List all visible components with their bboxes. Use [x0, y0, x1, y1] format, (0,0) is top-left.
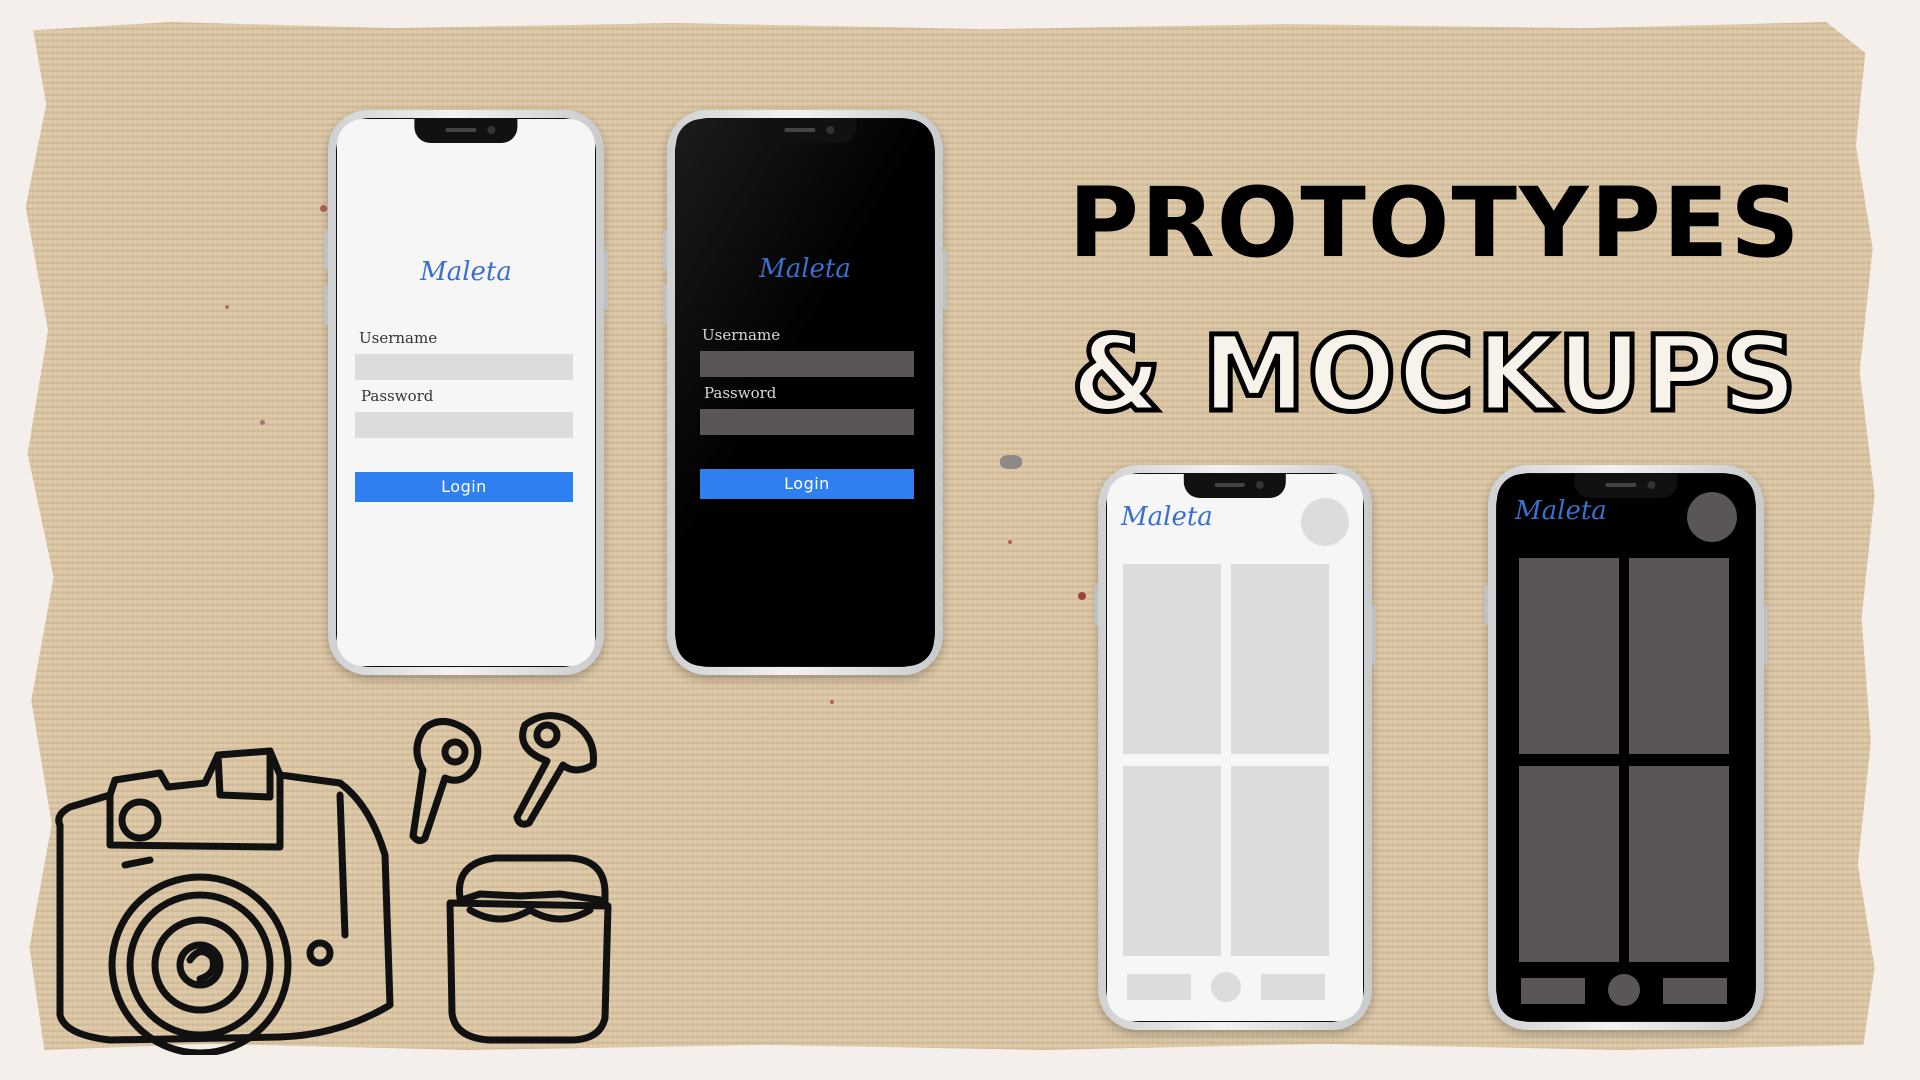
paper-speck	[1000, 455, 1022, 469]
phone-notch	[753, 119, 857, 143]
paper-speck	[1008, 540, 1012, 544]
paper-speck	[1078, 592, 1086, 600]
password-label: Password	[361, 387, 434, 405]
password-field[interactable]	[355, 412, 573, 438]
grid-tile[interactable]	[1629, 766, 1729, 962]
phone-notch	[1183, 474, 1287, 498]
paper-speck	[260, 420, 265, 425]
password-label: Password	[704, 384, 777, 402]
login-button[interactable]: Login	[355, 472, 573, 502]
paper-speck	[830, 700, 834, 704]
grid-tile[interactable]	[1231, 766, 1329, 956]
username-field[interactable]	[700, 351, 914, 377]
avatar-placeholder[interactable]	[1301, 498, 1349, 546]
password-field[interactable]	[700, 409, 914, 435]
login-button[interactable]: Login	[700, 469, 914, 499]
username-label: Username	[359, 329, 438, 347]
username-field[interactable]	[355, 354, 573, 380]
nav-bar-button[interactable]	[1521, 978, 1585, 1004]
feed-screen-dark: Maleta	[1497, 474, 1755, 1021]
nav-bar-button[interactable]	[1127, 974, 1191, 1000]
nav-home-button[interactable]	[1211, 972, 1241, 1002]
phone-feed-light: Maleta	[1094, 465, 1376, 1030]
phone-side-button	[663, 285, 667, 325]
earbud-icon	[409, 718, 482, 845]
paper-speck	[320, 205, 327, 212]
phone-notch	[1574, 474, 1678, 498]
phone-login-light: Maleta Username Password Login	[324, 110, 608, 675]
brand-logo: Maleta	[759, 254, 851, 284]
phone-notch	[414, 119, 518, 143]
phone-side-button	[604, 250, 608, 310]
feed-screen-light: Maleta	[1107, 474, 1363, 1021]
brand-logo: Maleta	[420, 257, 512, 287]
brand-logo: Maleta	[1515, 496, 1607, 526]
phone-feed-dark: Maleta	[1484, 465, 1768, 1030]
phone-side-button	[943, 250, 947, 310]
grid-tile[interactable]	[1231, 564, 1329, 754]
phone-side-button	[324, 285, 328, 325]
phone-login-dark: Maleta Username Password Login	[663, 110, 947, 675]
avatar-placeholder[interactable]	[1687, 492, 1737, 542]
phone-side-button	[324, 230, 328, 270]
grid-tile[interactable]	[1629, 558, 1729, 754]
login-screen-light: Maleta Username Password Login	[337, 119, 595, 666]
earbud-case-icon	[446, 854, 612, 1044]
headline-prototypes: PROTOTYPES	[1068, 167, 1802, 279]
headline-mockups: & MOCKUPS	[1069, 313, 1799, 435]
phone-side-button	[1484, 585, 1488, 625]
phone-side-button	[1372, 605, 1376, 665]
phone-side-button	[663, 230, 667, 270]
camera-icon	[55, 747, 394, 1055]
login-screen-dark: Maleta Username Password Login	[676, 119, 934, 666]
grid-tile[interactable]	[1123, 564, 1221, 754]
earbud-icon	[513, 712, 597, 828]
brand-logo: Maleta	[1121, 502, 1213, 532]
username-label: Username	[702, 326, 781, 344]
nav-bar-button[interactable]	[1261, 974, 1325, 1000]
phone-side-button	[1764, 605, 1768, 665]
nav-home-button[interactable]	[1608, 974, 1640, 1006]
phone-side-button	[1094, 585, 1098, 625]
grid-tile[interactable]	[1123, 766, 1221, 956]
grid-tile[interactable]	[1519, 766, 1619, 962]
paper-speck	[225, 305, 229, 309]
grid-tile[interactable]	[1519, 558, 1619, 754]
nav-bar-button[interactable]	[1663, 978, 1727, 1004]
